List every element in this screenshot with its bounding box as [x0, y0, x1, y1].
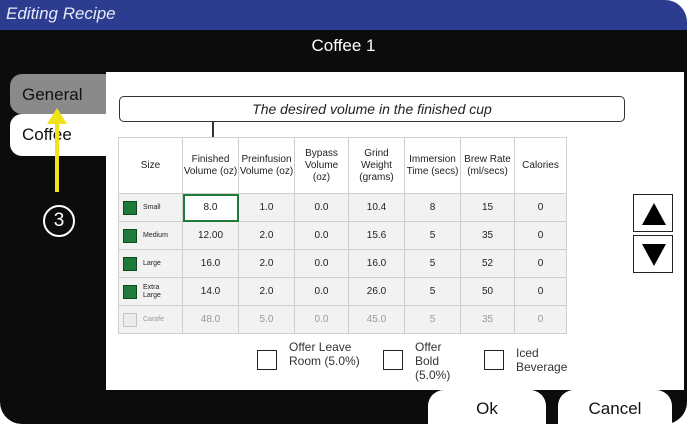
step-badge: 3	[43, 205, 75, 237]
value-cell[interactable]: 12.00	[182, 221, 239, 250]
window-title: Editing Recipe	[6, 4, 116, 23]
value-cell[interactable]: 50	[460, 277, 515, 306]
value-cell[interactable]: 0	[514, 277, 567, 306]
header-calories: Calories	[514, 137, 567, 194]
value-cell[interactable]: 52	[460, 249, 515, 278]
size-cell: Large	[118, 249, 183, 278]
value-cell[interactable]: 0	[514, 221, 567, 250]
arrow-up-icon	[642, 203, 666, 225]
option-bold-checkbox[interactable]	[383, 350, 403, 370]
description-connector	[212, 121, 214, 137]
value-cell[interactable]: 2.0	[238, 221, 295, 250]
option-bold-label: Offer Bold (5.0%)	[415, 340, 451, 382]
value-cell[interactable]: 0.0	[294, 193, 349, 222]
value-cell[interactable]: 35	[460, 221, 515, 250]
value-cell[interactable]: 14.0	[182, 277, 239, 306]
size-enabled-checkbox[interactable]	[123, 312, 137, 327]
value-cell[interactable]: 0.0	[294, 305, 349, 334]
size-cell: Medium	[118, 221, 183, 250]
size-enabled-checkbox[interactable]	[123, 228, 137, 243]
value-cell[interactable]: 0.0	[294, 277, 349, 306]
header-finished-volume: Finished Volume (oz)	[182, 137, 239, 194]
value-cell[interactable]: 35	[460, 305, 515, 334]
value-cell[interactable]: 48.0	[182, 305, 239, 334]
value-cell[interactable]: 2.0	[238, 249, 295, 278]
value-cell[interactable]: 45.0	[348, 305, 405, 334]
size-label: Extra Large	[143, 283, 161, 299]
size-label: Carafe	[143, 315, 165, 323]
size-label: Large	[143, 259, 161, 267]
table-row: Large 16.0 2.0 0.0 16.0 5 52 0	[118, 249, 567, 278]
value-cell[interactable]: 5	[404, 221, 461, 250]
header-size: Size	[118, 137, 183, 194]
size-enabled-checkbox[interactable]	[123, 200, 137, 215]
recipe-table: Size Finished Volume (oz) Preinfusion Vo…	[118, 137, 567, 334]
header-preinfusion-volume: Preinfusion Volume (oz)	[238, 137, 295, 194]
value-cell[interactable]: 10.4	[348, 193, 405, 222]
size-label: Small	[143, 203, 161, 211]
arrow-down-icon	[642, 244, 666, 266]
value-cell[interactable]: 8	[404, 193, 461, 222]
option-leave-room-label: Offer Leave Room (5.0%)	[289, 340, 360, 368]
table-row: Carafe 48.0 5.0 0.0 45.0 5 35 0	[118, 305, 567, 334]
size-label: Medium	[143, 231, 168, 239]
annotation-arrow	[55, 112, 59, 192]
value-cell[interactable]: 0	[514, 305, 567, 334]
ok-button[interactable]: Ok	[428, 390, 546, 424]
option-iced-checkbox[interactable]	[484, 350, 504, 370]
header-brew-rate: Brew Rate (ml/secs)	[460, 137, 515, 194]
option-iced-label: Iced Beverage	[516, 346, 568, 374]
scroll-up-button[interactable]	[633, 194, 673, 232]
value-cell[interactable]: 0	[514, 249, 567, 278]
table-row: Extra Large 14.0 2.0 0.0 26.0 5 50 0	[118, 277, 567, 306]
scroll-down-button[interactable]	[633, 235, 673, 273]
recipe-name: Coffee 1	[311, 36, 376, 55]
table-row: Small 8.0 1.0 0.0 10.4 8 15 0	[118, 193, 567, 222]
value-cell[interactable]: 0.0	[294, 221, 349, 250]
header-grind-weight: Grind Weight (grams)	[348, 137, 405, 194]
value-cell[interactable]: 1.0	[238, 193, 295, 222]
value-cell[interactable]: 16.0	[348, 249, 405, 278]
value-cell[interactable]: 15	[460, 193, 515, 222]
cancel-button[interactable]: Cancel	[558, 390, 672, 424]
value-cell[interactable]: 5	[404, 305, 461, 334]
value-cell[interactable]: 5	[404, 277, 461, 306]
size-enabled-checkbox[interactable]	[123, 284, 137, 299]
table-row: Medium 12.00 2.0 0.0 15.6 5 35 0	[118, 221, 567, 250]
field-description: The desired volume in the finished cup	[119, 96, 625, 122]
value-cell[interactable]: 5.0	[238, 305, 295, 334]
size-cell: Small	[118, 193, 183, 222]
size-cell: Carafe	[118, 305, 183, 334]
tab-coffee-label: Coffee	[22, 125, 72, 144]
size-cell: Extra Large	[118, 277, 183, 306]
header-bypass-volume: Bypass Volume (oz)	[294, 137, 349, 194]
value-cell[interactable]: 15.6	[348, 221, 405, 250]
option-leave-room-checkbox[interactable]	[257, 350, 277, 370]
value-cell[interactable]: 8.0	[182, 193, 239, 222]
value-cell[interactable]: 2.0	[238, 277, 295, 306]
title-bar: Editing Recipe	[0, 0, 687, 30]
tab-general-label: General	[22, 85, 83, 104]
value-cell[interactable]: 26.0	[348, 277, 405, 306]
value-cell[interactable]: 16.0	[182, 249, 239, 278]
value-cell[interactable]: 0	[514, 193, 567, 222]
header-immersion-time: Immersion Time (secs)	[404, 137, 461, 194]
table-header-row: Size Finished Volume (oz) Preinfusion Vo…	[118, 137, 567, 194]
value-cell[interactable]: 0.0	[294, 249, 349, 278]
value-cell[interactable]: 5	[404, 249, 461, 278]
size-enabled-checkbox[interactable]	[123, 256, 137, 271]
